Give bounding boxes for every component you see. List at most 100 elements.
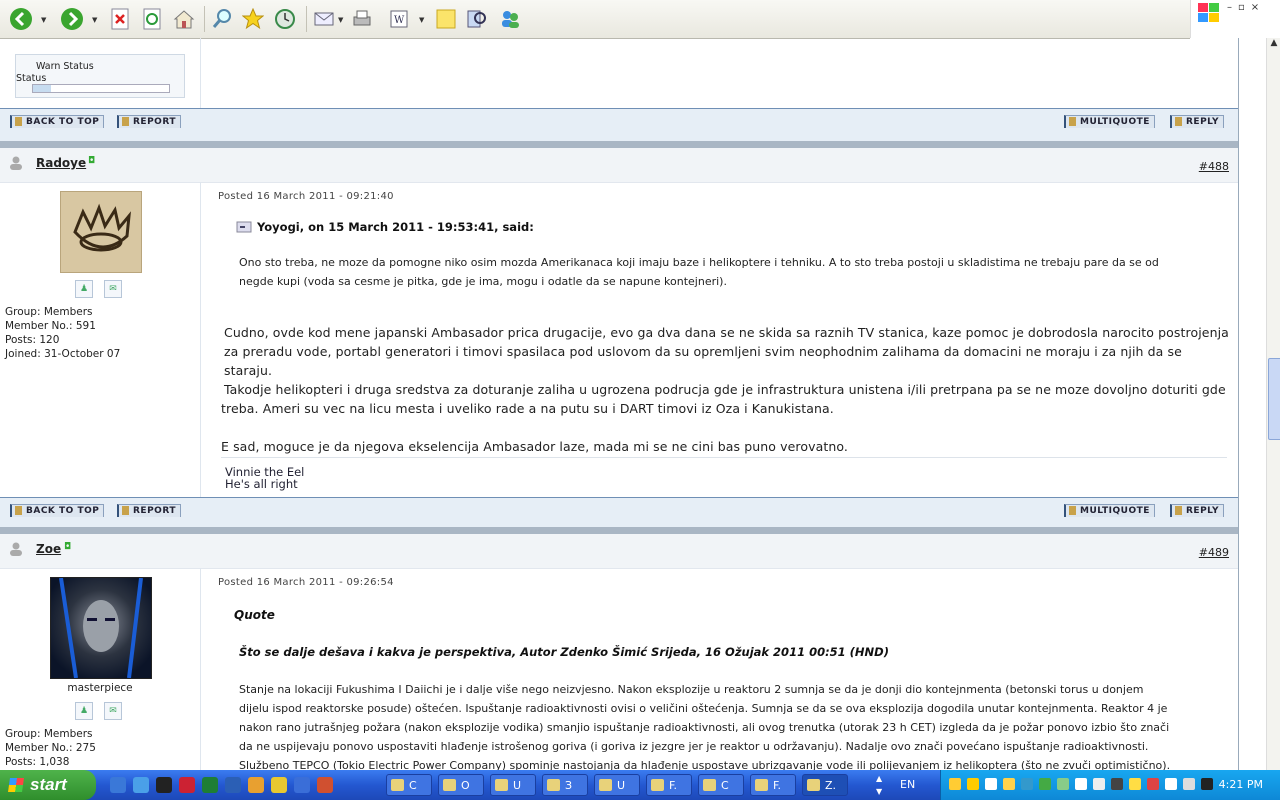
member-no-label: Member No.: — [5, 742, 73, 754]
taskbar-task[interactable]: F. — [750, 774, 796, 796]
post-number-link[interactable]: #488 — [1199, 160, 1229, 173]
reply-button[interactable]: REPLY — [1170, 504, 1225, 517]
scroll-up-icon[interactable]: ▲ — [1267, 38, 1280, 54]
refresh-icon[interactable] — [140, 7, 164, 31]
taskbar-task-active[interactable]: Z. — [802, 774, 848, 796]
add-friend-icon[interactable]: ♟ — [75, 702, 93, 720]
history-icon[interactable] — [273, 7, 297, 31]
quicklaunch-excel-icon[interactable] — [202, 777, 218, 793]
tray-messenger-icon[interactable] — [1003, 778, 1015, 790]
notes-icon[interactable] — [434, 7, 458, 31]
profile-link-icon[interactable]: ◘ — [64, 542, 71, 552]
taskbar-task[interactable]: C — [386, 774, 432, 796]
taskbar-task[interactable]: U — [594, 774, 640, 796]
tray-app-icon[interactable] — [1147, 778, 1159, 790]
tray-device-icon[interactable] — [1111, 778, 1123, 790]
language-indicator[interactable]: EN — [900, 778, 915, 791]
browser-toolbar: ▼ ▼ ▼ W ▼ — [0, 0, 1190, 39]
start-button[interactable]: start — [0, 770, 96, 800]
report-button[interactable]: REPORT — [117, 115, 181, 128]
post-header: Radoye ◘ #488 — [0, 148, 1238, 183]
post-header: Zoe ◘ #489 — [0, 534, 1238, 569]
post-timestamp: Posted 16 March 2011 - 09:21:40 — [218, 191, 394, 202]
send-message-icon[interactable]: ✉ — [104, 702, 122, 720]
quote-body: Ono sto treba, ne moze da pomogne niko o… — [239, 253, 1159, 291]
quicklaunch-acrobat-icon[interactable] — [179, 777, 195, 793]
print-icon[interactable] — [350, 7, 374, 31]
quicklaunch-word-icon[interactable] — [225, 777, 241, 793]
quicklaunch-cmd-icon[interactable] — [156, 777, 172, 793]
taskbar-task[interactable]: З — [542, 774, 588, 796]
tray-app-icon[interactable] — [1201, 778, 1213, 790]
group-label: Group: — [5, 306, 41, 318]
post-username[interactable]: Radoye — [36, 156, 86, 170]
send-message-icon[interactable]: ✉ — [104, 280, 122, 298]
quote-line: negde kupi (voda sa cesme je pitka, gde … — [239, 275, 727, 288]
quicklaunch-app-icon[interactable] — [317, 777, 333, 793]
quote-line: Ono sto treba, ne moze da pomogne niko o… — [239, 256, 1159, 269]
posts-value: 1,038 — [39, 756, 70, 768]
home-icon[interactable] — [172, 7, 196, 31]
tray-shield-icon[interactable] — [967, 778, 979, 790]
quicklaunch-firefox-icon[interactable] — [248, 777, 264, 793]
post-username[interactable]: Zoe — [36, 542, 61, 556]
taskbar-task[interactable]: O — [438, 774, 484, 796]
posts-value: 120 — [39, 334, 60, 346]
multiquote-button[interactable]: MULTIQUOTE — [1064, 115, 1155, 128]
back-to-top-button[interactable]: BACK TO TOP — [10, 115, 105, 128]
reply-button[interactable]: REPLY — [1170, 115, 1225, 128]
quicklaunch-desktop-icon[interactable] — [110, 777, 126, 793]
profile-link-icon[interactable]: ◘ — [88, 156, 95, 166]
joined-value: 31-October 07 — [44, 348, 121, 360]
start-label: start — [30, 775, 67, 794]
search-icon[interactable] — [210, 7, 234, 31]
post-timestamp: Posted 16 March 2011 - 09:26:54 — [218, 577, 394, 588]
messenger-icon[interactable] — [498, 7, 522, 31]
clock[interactable]: 4:21 PM — [1219, 778, 1263, 791]
back-to-top-button[interactable]: BACK TO TOP — [10, 504, 105, 517]
vertical-scrollbar[interactable]: ▲ — [1266, 38, 1280, 770]
favorites-icon[interactable] — [241, 7, 265, 31]
user-avatar[interactable] — [50, 577, 152, 679]
post-action-bar: BACK TO TOP REPORT MULTIQUOTE REPLY — [0, 108, 1238, 142]
user-avatar[interactable] — [60, 191, 142, 273]
quicklaunch-media-icon[interactable] — [294, 777, 310, 793]
window-controls[interactable]: –▫× — [1227, 2, 1265, 13]
tray-update-icon[interactable] — [1039, 778, 1051, 790]
tray-app-icon[interactable] — [985, 778, 997, 790]
quicklaunch-ie-icon[interactable] — [133, 777, 149, 793]
tray-monitor-icon[interactable] — [1165, 778, 1177, 790]
post-line: E sad, moguce je da njegova ekselencija … — [221, 439, 849, 454]
taskbar-task[interactable]: C — [698, 774, 744, 796]
tray-network-icon[interactable] — [1021, 778, 1033, 790]
add-friend-icon[interactable]: ♟ — [75, 280, 93, 298]
svg-text:W: W — [394, 15, 405, 26]
taskbar-scroll-arrows[interactable]: ▲ ▼ — [876, 772, 882, 798]
back-dropdown-icon[interactable]: ▼ — [41, 16, 46, 24]
multiquote-button[interactable]: MULTIQUOTE — [1064, 504, 1155, 517]
windows-flag-icon — [8, 778, 24, 792]
report-button[interactable]: REPORT — [117, 504, 181, 517]
edit-dropdown-icon[interactable]: ▼ — [419, 16, 424, 24]
stop-icon[interactable] — [108, 7, 132, 31]
scroll-thumb[interactable] — [1268, 358, 1280, 440]
research-icon[interactable] — [465, 7, 489, 31]
tray-security-icon[interactable] — [1129, 778, 1141, 790]
taskbar-task[interactable]: U — [490, 774, 536, 796]
forward-icon[interactable] — [60, 7, 84, 31]
taskbar-task[interactable]: F. — [646, 774, 692, 796]
tray-connection-icon[interactable] — [1093, 778, 1105, 790]
quicklaunch-folder-icon[interactable] — [271, 777, 287, 793]
tray-alert-icon[interactable] — [1075, 778, 1087, 790]
tray-antivirus-icon[interactable] — [1057, 778, 1069, 790]
tray-mail-icon[interactable] — [949, 778, 961, 790]
mail-dropdown-icon[interactable]: ▼ — [338, 16, 343, 24]
post-number-link[interactable]: #489 — [1199, 546, 1229, 559]
user-offline-icon — [10, 542, 22, 556]
edit-icon[interactable]: W — [387, 7, 411, 31]
mail-icon[interactable] — [312, 7, 336, 31]
tray-speaker-icon[interactable] — [1183, 778, 1195, 790]
back-icon[interactable] — [9, 7, 33, 31]
quote-snapback-icon[interactable] — [236, 220, 252, 234]
forward-dropdown-icon[interactable]: ▼ — [92, 16, 97, 24]
